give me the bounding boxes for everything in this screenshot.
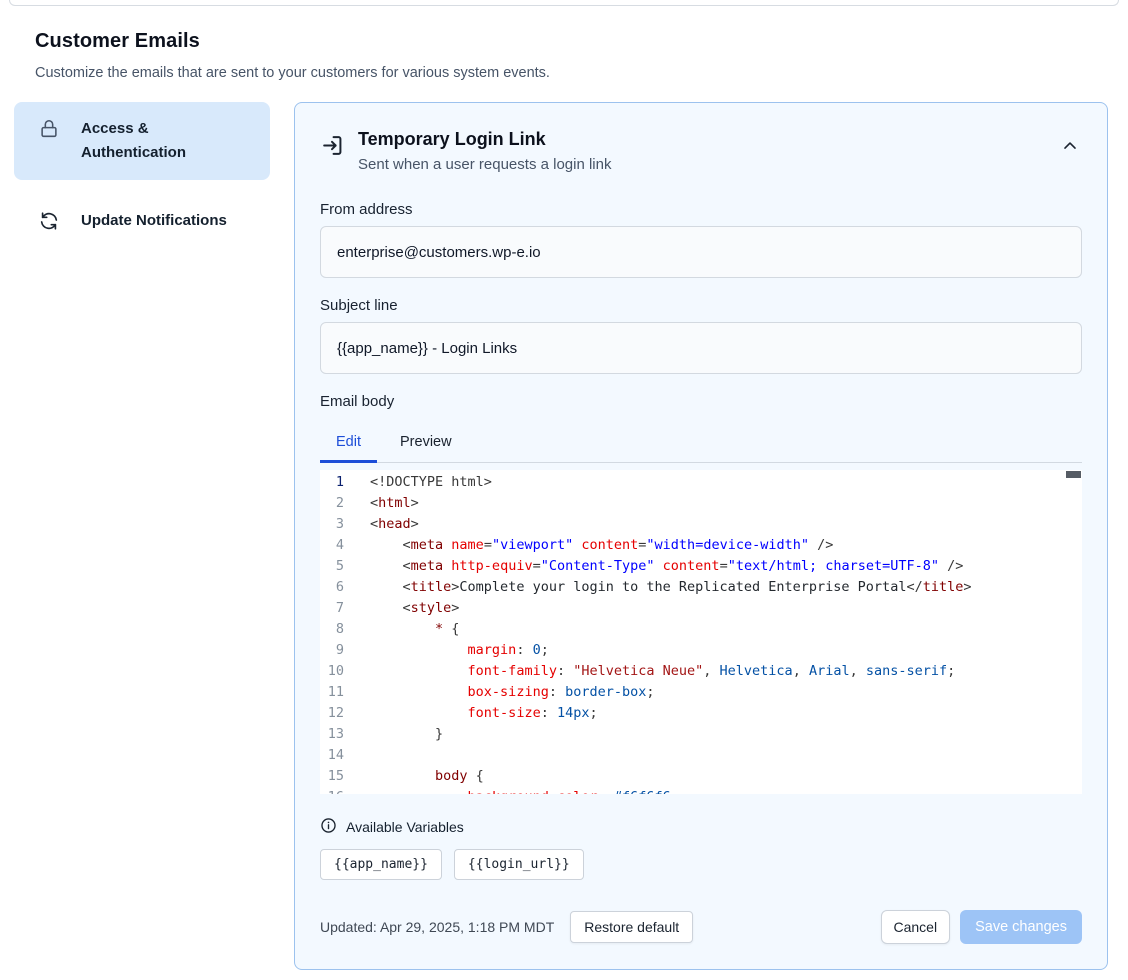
card-footer: Updated: Apr 29, 2025, 1:18 PM MDT Resto… (320, 910, 1082, 944)
code-gutter: 12345678910111213141516 (320, 470, 370, 794)
code-editor[interactable]: 12345678910111213141516 <!DOCTYPE html><… (320, 470, 1082, 794)
editor-tab-bar: Edit Preview (320, 424, 1082, 463)
card-header: Temporary Login Link Sent when a user re… (320, 129, 1082, 173)
page-header: Customer Emails Customize the emails tha… (0, 6, 1128, 81)
variable-chips: {{app_name}} {{login_url}} (320, 849, 1082, 880)
available-variables-header: Available Variables (320, 817, 1082, 837)
from-address-input[interactable] (320, 226, 1082, 278)
card-title: Temporary Login Link (358, 129, 1045, 150)
code-lines[interactable]: <!DOCTYPE html><html><head> <meta name="… (370, 470, 1082, 794)
subject-line-input[interactable] (320, 322, 1082, 374)
collapse-button[interactable] (1058, 135, 1082, 159)
page-title: Customer Emails (35, 30, 1093, 53)
card-subtitle: Sent when a user requests a login link (358, 156, 1045, 173)
updated-timestamp: Updated: Apr 29, 2025, 1:18 PM MDT (320, 919, 554, 935)
chevron-up-icon (1060, 144, 1080, 159)
tab-edit[interactable]: Edit (320, 424, 377, 462)
sidebar-item-access-authentication[interactable]: Access & Authentication (14, 102, 270, 180)
from-address-label: From address (320, 201, 1082, 218)
subject-line-label: Subject line (320, 297, 1082, 314)
content-area: Access & Authentication Update Notificat… (0, 81, 1128, 970)
info-icon (320, 817, 337, 837)
card-header-texts: Temporary Login Link Sent when a user re… (358, 129, 1045, 173)
save-changes-button[interactable]: Save changes (960, 910, 1082, 944)
lock-icon (38, 118, 60, 140)
sidebar-item-label: Access & Authentication (81, 117, 209, 165)
page-subtitle: Customize the emails that are sent to yo… (35, 65, 1093, 81)
sidebar: Access & Authentication Update Notificat… (14, 102, 270, 248)
editor-scrollbar-thumb[interactable] (1066, 471, 1081, 478)
available-variables-title: Available Variables (346, 819, 464, 835)
variable-chip-login-url[interactable]: {{login_url}} (454, 849, 584, 880)
restore-default-button[interactable]: Restore default (570, 911, 693, 943)
sidebar-item-update-notifications[interactable]: Update Notifications (14, 194, 270, 248)
sync-icon (38, 210, 60, 232)
temporary-login-link-card: Temporary Login Link Sent when a user re… (294, 102, 1108, 970)
sidebar-item-label: Update Notifications (81, 209, 227, 233)
email-body-label: Email body (320, 393, 1082, 410)
login-icon (320, 133, 345, 158)
cancel-button[interactable]: Cancel (881, 910, 951, 944)
variable-chip-app-name[interactable]: {{app_name}} (320, 849, 442, 880)
tab-preview[interactable]: Preview (377, 424, 475, 462)
